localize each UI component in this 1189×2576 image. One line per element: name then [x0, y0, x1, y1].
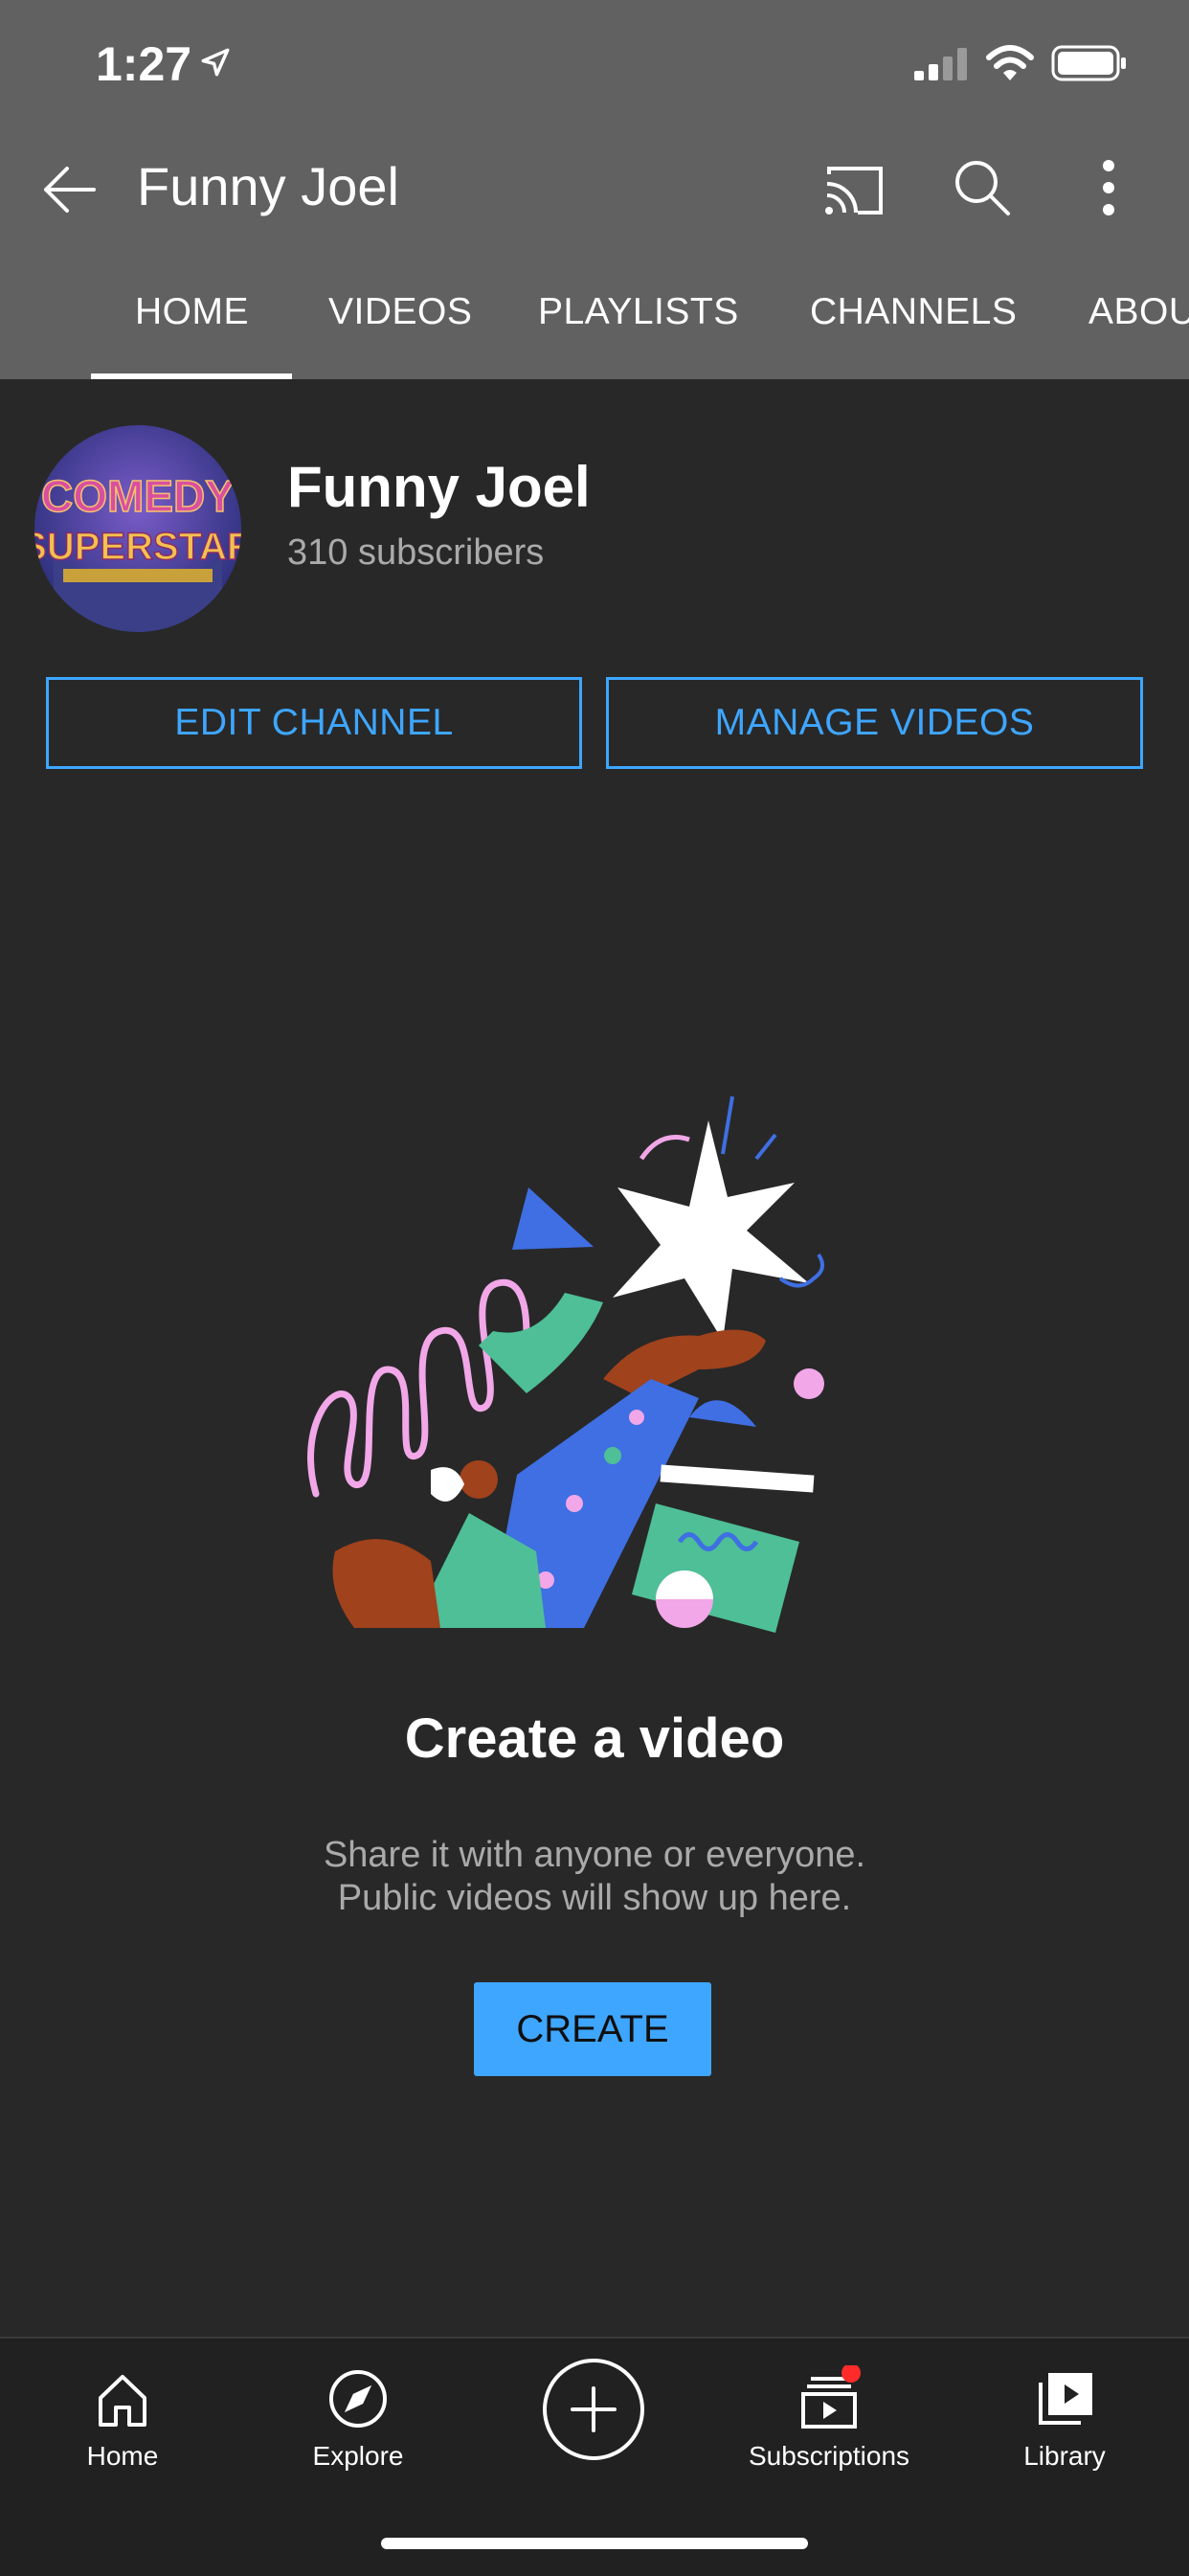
tab-videos[interactable]: VIDEOS [328, 291, 472, 333]
tab-active-indicator [91, 373, 292, 379]
avatar-text-top: COMEDY [41, 471, 235, 521]
avatar[interactable]: COMEDY SUPERSTAR [34, 425, 241, 632]
nav-subscriptions-label: Subscriptions [748, 2441, 910, 2471]
library-icon [1039, 2373, 1092, 2425]
home-indicator [381, 2538, 808, 2549]
channel-name: Funny Joel [287, 455, 591, 519]
manage-videos-button[interactable]: MANAGE VIDEOS [606, 677, 1143, 769]
nav-home-label: Home [86, 2441, 159, 2471]
home-icon [99, 2375, 146, 2427]
empty-state-subtitle-line1: Share it with anyone or everyone. [323, 1835, 866, 1875]
more-vert-icon[interactable] [1101, 158, 1116, 217]
channel-tabs: HOME VIDEOS PLAYLISTS CHANNELS ABOU [0, 278, 1189, 379]
explore-icon [329, 2370, 387, 2428]
search-icon[interactable] [953, 158, 1012, 217]
tab-about[interactable]: ABOU [1088, 291, 1189, 333]
tab-channels[interactable]: CHANNELS [810, 291, 1017, 333]
tab-home[interactable]: HOME [135, 291, 249, 333]
signal-icon [914, 48, 967, 80]
location-arrow-icon [201, 48, 230, 77]
empty-state-subtitle: Share it with anyone or everyone. Public… [0, 1834, 1189, 1920]
empty-state-subtitle-line2: Public videos will show up here. [337, 1878, 852, 1918]
battery-icon [1051, 45, 1126, 81]
nav-library[interactable]: Library [950, 2339, 1179, 2520]
app-header: 1:27 Funny Joel HOME VIDEOS PLAYLISTS CH… [0, 0, 1189, 379]
cast-icon[interactable] [823, 163, 885, 216]
nav-library-label: Library [1023, 2441, 1106, 2471]
back-arrow-icon[interactable] [40, 161, 98, 218]
empty-state-title: Create a video [404, 1707, 785, 1770]
create-button[interactable]: CREATE [474, 1982, 711, 2076]
tab-playlists[interactable]: PLAYLISTS [538, 291, 739, 333]
avatar-text-bottom: SUPERSTAR [34, 526, 241, 568]
subscriber-count: 310 subscribers [287, 532, 545, 573]
create-video-illustration [307, 1096, 824, 1633]
nav-subscriptions[interactable]: Subscriptions [714, 2339, 944, 2520]
status-time: 1:27 [96, 37, 192, 91]
nav-home[interactable]: Home [8, 2339, 237, 2520]
wifi-icon [986, 45, 1034, 80]
page-title: Funny Joel [137, 156, 399, 216]
add-icon[interactable] [542, 2358, 645, 2461]
edit-channel-button[interactable]: EDIT CHANNEL [46, 677, 582, 769]
nav-explore-label: Explore [312, 2441, 404, 2471]
subscriptions-icon [801, 2365, 861, 2429]
nav-explore[interactable]: Explore [243, 2339, 473, 2520]
